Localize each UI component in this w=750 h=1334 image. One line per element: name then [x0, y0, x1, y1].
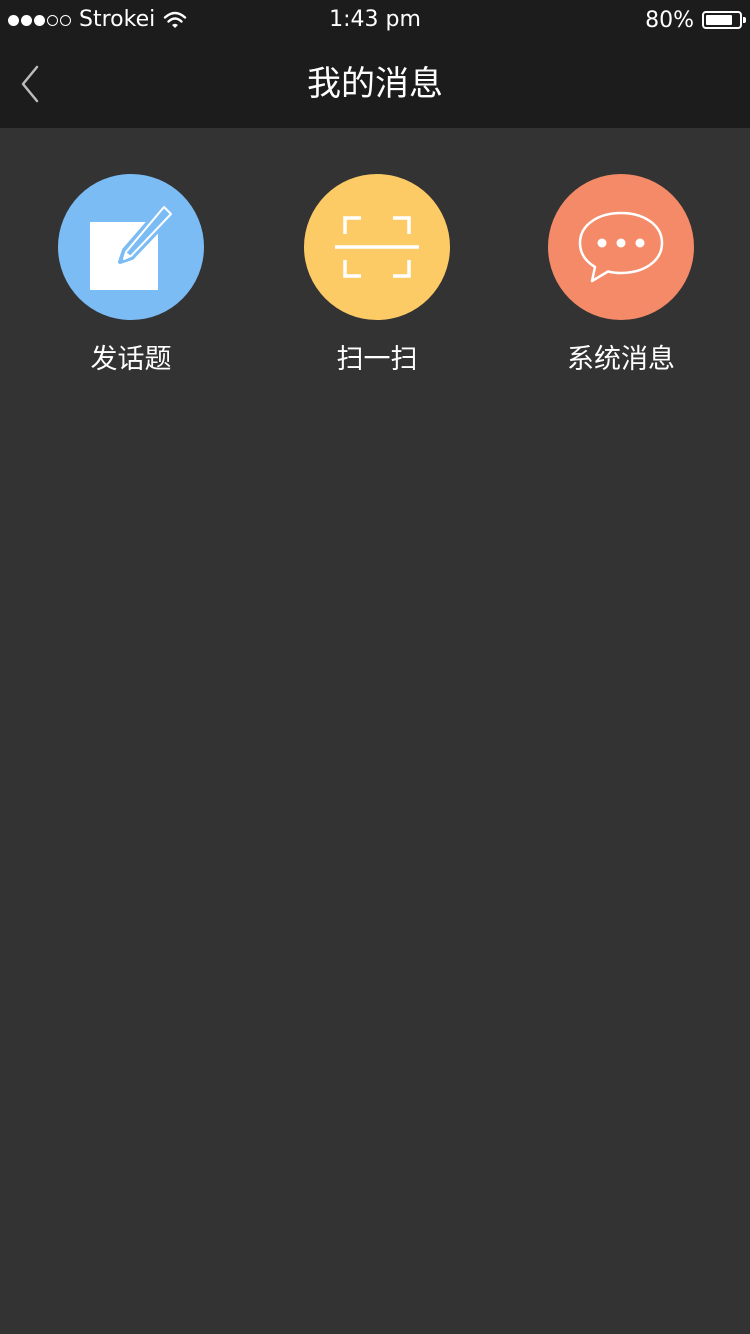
navigation-bar: 我的消息: [0, 40, 750, 128]
status-right: 80%: [645, 6, 746, 34]
status-bar: Strokei 1:43 pm 80%: [0, 0, 750, 40]
compose-circle: [58, 174, 204, 320]
chat-bubble-icon: [578, 211, 664, 283]
system-messages-circle: [548, 174, 694, 320]
compose-icon: [90, 202, 176, 290]
status-time: 1:43 pm: [329, 7, 421, 32]
battery-fill: [706, 15, 732, 25]
battery-percent: 80%: [645, 7, 694, 33]
scan-circle: [304, 174, 450, 320]
scan-icon: [335, 216, 419, 278]
action-grid: 发话题 扫一扫 系统消息: [0, 174, 750, 394]
messages-screen: Strokei 1:43 pm 80% 我的消息 发话题 扫一扫 系统消息: [0, 0, 750, 1334]
compose-topic-label: 发话题: [90, 344, 172, 375]
page-title: 我的消息: [307, 64, 443, 104]
battery-nub: [743, 17, 746, 23]
system-messages-label: 系统消息: [567, 344, 675, 375]
compose-topic-button[interactable]: 发话题: [31, 174, 231, 394]
battery-icon: [702, 11, 746, 29]
scan-label: 扫一扫: [336, 344, 418, 375]
system-messages-button[interactable]: 系统消息: [521, 174, 721, 394]
scan-button[interactable]: 扫一扫: [277, 174, 477, 394]
